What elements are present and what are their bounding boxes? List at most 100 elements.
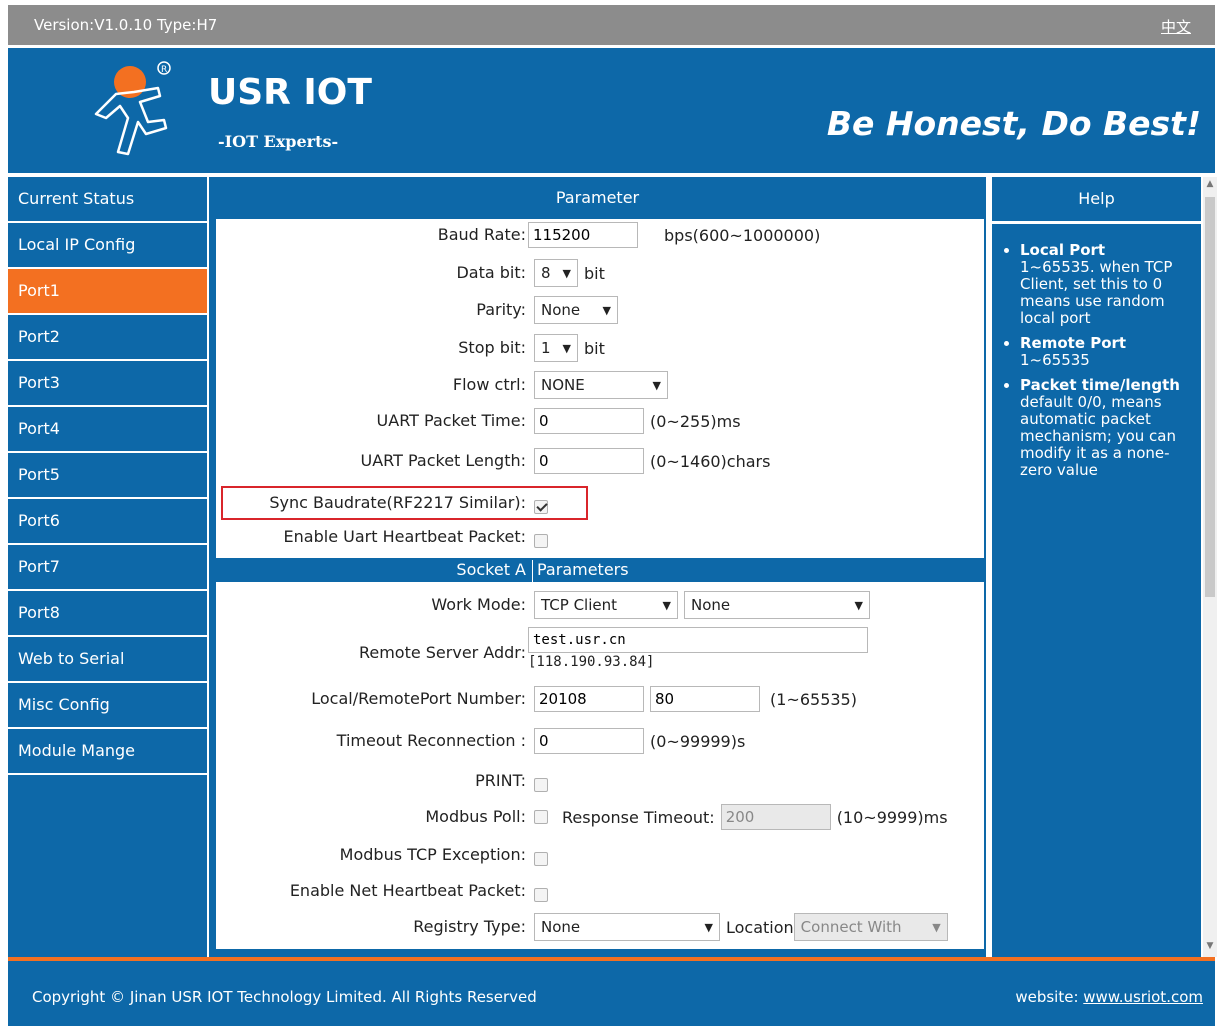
flow-ctrl-label: Flow ctrl: — [452, 375, 526, 394]
remote-server-input[interactable] — [528, 627, 868, 653]
sidebar-item-current-status[interactable]: Current Status — [8, 177, 207, 223]
sidebar-item-port7[interactable]: Port7 — [8, 545, 207, 591]
modbus-exception-row: Modbus TCP Exception: — [216, 839, 984, 871]
packet-length-row: UART Packet Length: (0~1460)chars — [216, 445, 984, 477]
sidebar-item-port8[interactable]: Port8 — [8, 591, 207, 637]
sidebar-item-port1[interactable]: Port1 — [8, 269, 207, 315]
help-item-head: Local Port — [1020, 241, 1106, 259]
work-mode-sub-select[interactable]: None ▼ — [684, 591, 870, 619]
sidebar-item-port6[interactable]: Port6 — [8, 499, 207, 545]
baud-rate-input[interactable] — [528, 222, 638, 248]
help-item-local-port: Local Port 1~65535. when TCP Client, set… — [1020, 242, 1201, 327]
modbus-poll-row: Modbus Poll: Response Timeout: (10~9999)… — [216, 801, 984, 833]
location-select[interactable]: Connect With ▼ — [793, 913, 948, 941]
stop-bit-label: Stop bit: — [458, 338, 526, 357]
print-checkbox[interactable] — [534, 778, 548, 792]
location-label: Location — [726, 917, 794, 937]
net-heartbeat-label: Enable Net Heartbeat Packet: — [289, 881, 526, 900]
timeout-unit: (0~99999)s — [650, 731, 746, 751]
sidebar-item-web-to-serial[interactable]: Web to Serial — [8, 637, 207, 683]
help-title: Help — [992, 177, 1201, 224]
work-mode-select[interactable]: TCP Client ▼ — [534, 591, 678, 619]
packet-time-unit: (0~255)ms — [650, 411, 741, 431]
packet-time-row: UART Packet Time: (0~255)ms — [216, 405, 984, 437]
website-info: website: www.usriot.com — [1015, 988, 1203, 1006]
work-mode-value: TCP Client — [541, 596, 617, 614]
packet-length-unit: (0~1460)chars — [650, 451, 771, 471]
parity-select[interactable]: None ▼ — [534, 296, 618, 324]
website-link[interactable]: www.usriot.com — [1083, 988, 1203, 1006]
parameter-form: Baud Rate: bps(600~1000000) Data bit: 8▼… — [216, 219, 984, 957]
sync-baudrate-checkbox[interactable] — [534, 500, 548, 514]
response-timeout-unit: (10~9999)ms — [836, 807, 948, 827]
uart-heartbeat-checkbox[interactable] — [534, 534, 548, 548]
baud-rate-unit: bps(600~1000000) — [664, 225, 821, 245]
sync-baudrate-label: Sync Baudrate(RF2217 Similar): — [269, 493, 526, 512]
response-timeout-label: Response Timeout: — [562, 807, 715, 827]
stop-bit-select[interactable]: 1 ▼ — [534, 334, 578, 362]
modbus-exception-checkbox[interactable] — [534, 852, 548, 866]
port-number-label: Local/RemotePort Number: — [311, 689, 526, 708]
work-mode-row: Work Mode: TCP Client ▼ None ▼ — [216, 589, 984, 621]
sidebar-item-port4[interactable]: Port4 — [8, 407, 207, 453]
help-item-remote-port: Remote Port 1~65535 — [1020, 335, 1201, 369]
brand-name: USR IOT — [208, 72, 372, 113]
data-bit-value: 8 — [541, 264, 551, 282]
help-item-text: default 0/0, means automatic packet mech… — [1020, 393, 1176, 479]
print-label: PRINT: — [475, 771, 526, 790]
svg-text:R: R — [161, 65, 167, 75]
packet-length-label: UART Packet Length: — [360, 451, 526, 470]
data-bit-select[interactable]: 8 ▼ — [534, 259, 578, 287]
work-mode-sub-value: None — [691, 596, 731, 614]
sidebar-item-port2[interactable]: Port2 — [8, 315, 207, 361]
baud-rate-row: Baud Rate: bps(600~1000000) — [216, 219, 984, 251]
chevron-down-icon: ▼ — [562, 266, 571, 280]
scrollbar-thumb[interactable] — [1205, 197, 1215, 597]
packet-length-input[interactable] — [534, 448, 644, 474]
sidebar-item-local-ip-config[interactable]: Local IP Config — [8, 223, 207, 269]
packet-time-input[interactable] — [534, 408, 644, 434]
scroll-down-icon[interactable]: ▼ — [1205, 941, 1215, 953]
flow-ctrl-select[interactable]: NONE ▼ — [534, 371, 668, 399]
chevron-down-icon: ▼ — [562, 341, 571, 355]
language-switch-link[interactable]: 中文 — [1161, 16, 1191, 37]
sidebar-item-port5[interactable]: Port5 — [8, 453, 207, 499]
registry-type-select[interactable]: None ▼ — [534, 913, 720, 941]
version-text: Version:V1.0.10 Type:H7 — [34, 16, 218, 34]
slogan: Be Honest, Do Best! — [826, 104, 1201, 143]
net-heartbeat-checkbox[interactable] — [534, 888, 548, 902]
socket-a-label: Socket A — [456, 560, 526, 579]
modbus-poll-checkbox[interactable] — [534, 810, 548, 824]
remote-port-input[interactable] — [650, 686, 760, 712]
chevron-down-icon: ▼ — [602, 303, 611, 317]
local-port-input[interactable] — [534, 686, 644, 712]
chevron-down-icon: ▼ — [652, 378, 661, 392]
sidebar-nav: Current Status Local IP Config Port1 Por… — [8, 177, 207, 957]
flow-ctrl-row: Flow ctrl: NONE ▼ — [216, 369, 984, 401]
remote-server-resolved-ip: [118.190.93.84] — [528, 654, 655, 670]
work-mode-label: Work Mode: — [431, 595, 526, 614]
stop-bit-unit: bit — [584, 338, 605, 358]
stop-bit-row: Stop bit: 1 ▼ bit — [216, 332, 984, 364]
response-timeout-input[interactable] — [720, 804, 831, 830]
data-bit-label: Data bit: — [456, 263, 526, 282]
stop-bit-value: 1 — [541, 339, 551, 357]
running-man-logo-icon: R — [94, 61, 171, 156]
print-row: PRINT: — [216, 765, 984, 797]
sidebar-item-module-mange[interactable]: Module Mange — [8, 729, 207, 775]
parity-value: None — [541, 301, 581, 319]
uart-heartbeat-row: Enable Uart Heartbeat Packet: — [216, 521, 984, 553]
data-bit-row: Data bit: 8 ▼ bit — [216, 257, 984, 289]
sidebar-item-misc-config[interactable]: Misc Config — [8, 683, 207, 729]
remote-server-row: Remote Server Addr: [118.190.93.84] — [216, 627, 984, 679]
baud-rate-label: Baud Rate: — [437, 225, 526, 244]
parameter-panel: Parameter Baud Rate: bps(600~1000000) Da… — [209, 177, 986, 957]
header-banner: R USR IOT -IOT Experts- Be Honest, Do Be… — [8, 48, 1215, 175]
timeout-input[interactable] — [534, 728, 644, 754]
sidebar-item-port3[interactable]: Port3 — [8, 361, 207, 407]
socket-a-section-header: Socket A Parameters — [216, 558, 984, 582]
brand-subtitle: -IOT Experts- — [218, 132, 339, 151]
scroll-up-icon[interactable]: ▲ — [1205, 179, 1215, 191]
chevron-down-icon: ▼ — [854, 598, 863, 612]
page-scrollbar[interactable]: ▲ ▼ — [1203, 177, 1217, 957]
